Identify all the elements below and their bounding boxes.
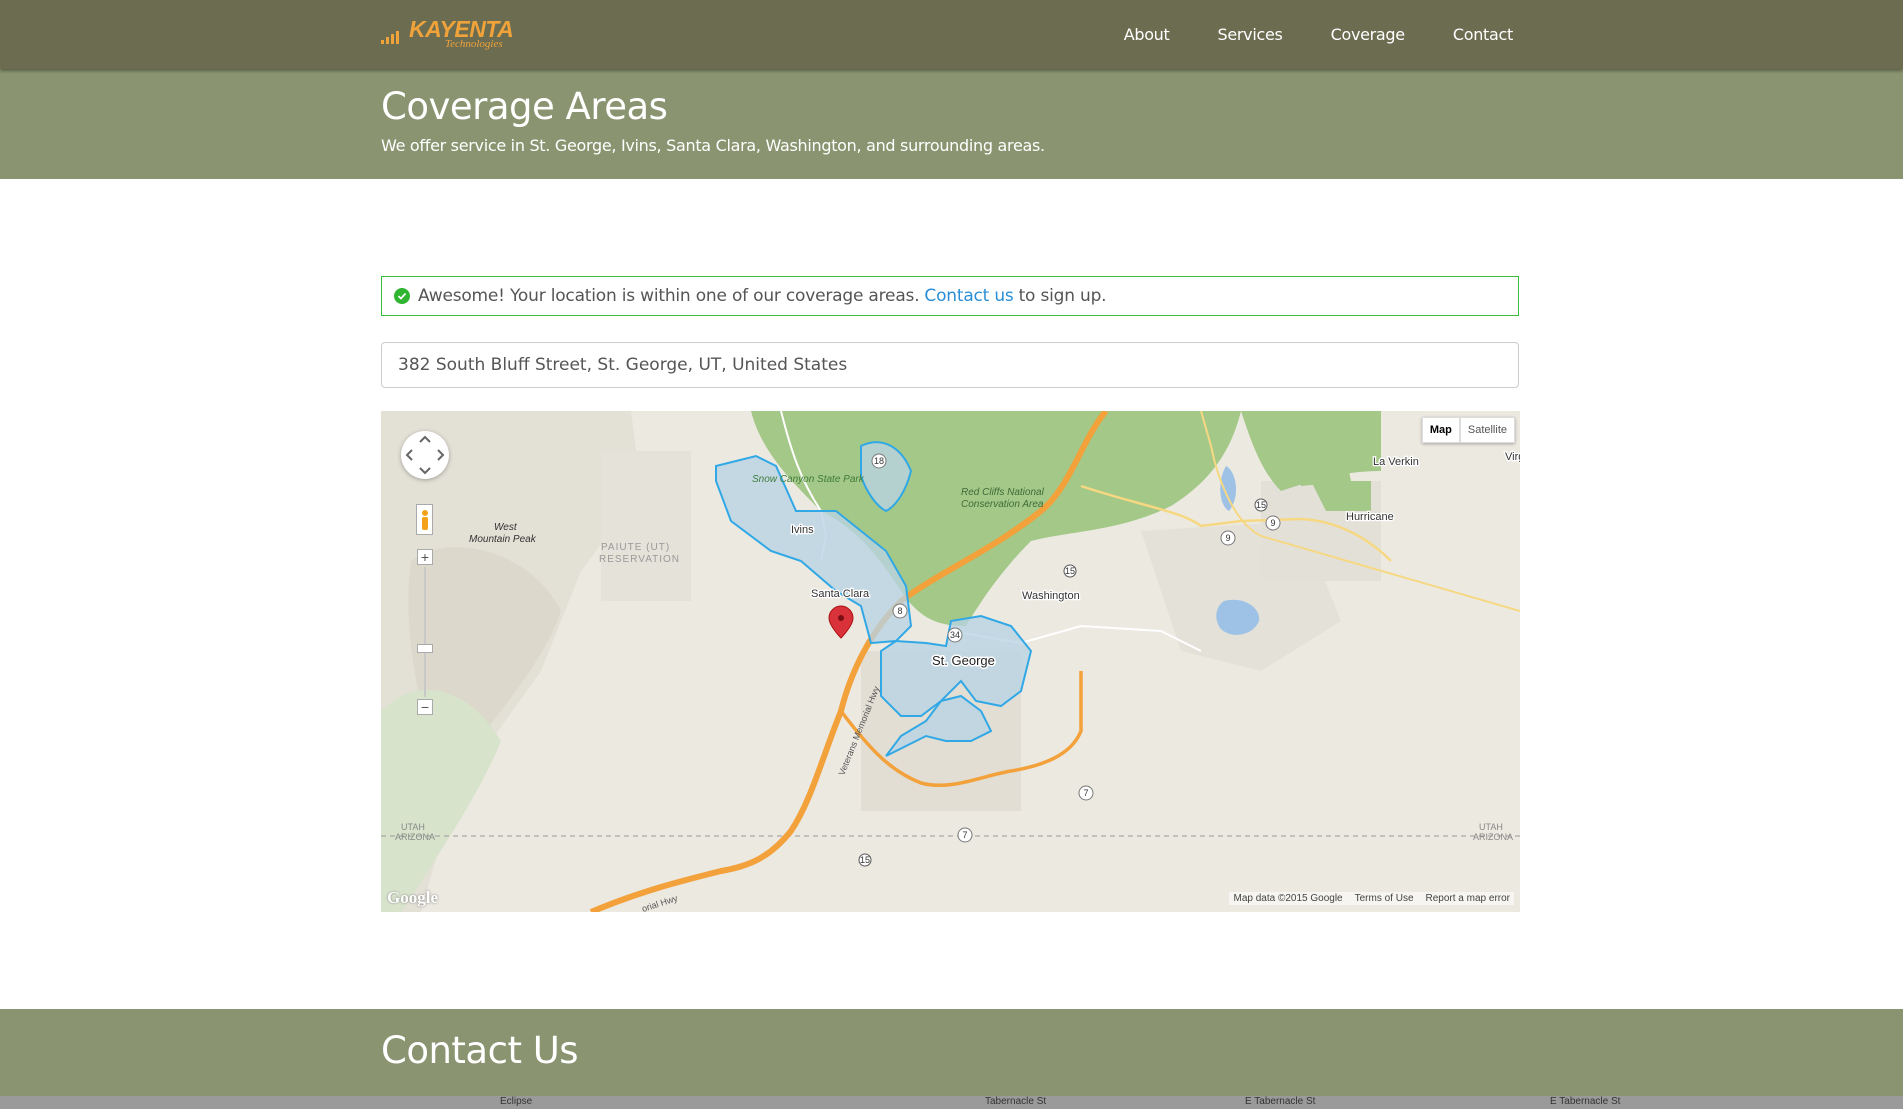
- report-map-error-link[interactable]: Report a map error: [1426, 893, 1510, 904]
- page-title: Coverage Areas: [381, 85, 668, 128]
- label-arizona-left: ARIZONA: [395, 832, 435, 842]
- shield-34: 34: [950, 630, 960, 640]
- brand-tagline: Technologies: [445, 38, 503, 50]
- street-label: Eclipse: [500, 1096, 533, 1107]
- shield-8: 8: [897, 606, 902, 616]
- label-hurricane: Hurricane: [1346, 511, 1394, 523]
- map-canvas[interactable]: 15 15 15 18 8 34 9 9 7 7 St. George Ivin…: [381, 411, 1520, 912]
- label-arizona-right: ARIZONA: [1473, 832, 1513, 842]
- shield-15-a: 15: [1256, 500, 1266, 510]
- label-ivins: Ivins: [791, 524, 814, 536]
- alert-text-end: to sign up.: [1018, 286, 1107, 306]
- label-west-mountain-2: Mountain Peak: [469, 534, 537, 545]
- shield-7-b: 7: [962, 830, 967, 840]
- shield-9-b: 9: [1270, 518, 1275, 528]
- main-nav: About Services Coverage Contact: [1076, 0, 1514, 69]
- label-la-verkin: La Verkin: [1373, 456, 1419, 468]
- coverage-map[interactable]: 15 15 15 18 8 34 9 9 7 7 St. George Ivin…: [381, 411, 1520, 912]
- label-st-george: St. George: [932, 653, 995, 668]
- brand-logo[interactable]: KAYENTA Technologies: [381, 16, 516, 52]
- shield-15-c: 15: [860, 855, 870, 865]
- label-washington: Washington: [1022, 590, 1080, 602]
- page-subtitle: We offer service in St. George, Ivins, S…: [381, 136, 1045, 155]
- signal-bars-icon: [381, 31, 399, 44]
- label-red-cliffs-2: Conservation Area: [961, 499, 1044, 510]
- pan-control[interactable]: [401, 431, 449, 479]
- label-paiute-2: RESERVATION: [599, 554, 680, 565]
- nav-coverage[interactable]: Coverage: [1331, 25, 1406, 44]
- label-santa-clara: Santa Clara: [811, 588, 870, 600]
- coverage-success-alert: Awesome! Your location is within one of …: [381, 276, 1519, 316]
- map-data-credit: Map data ©2015 Google: [1233, 893, 1343, 904]
- shield-7-a: 7: [1083, 788, 1088, 798]
- label-paiute-1: PAIUTE (UT): [601, 542, 670, 553]
- label-utah-left: UTAH: [401, 822, 425, 832]
- nav-contact[interactable]: Contact: [1453, 25, 1513, 44]
- label-virgin: Virg: [1505, 451, 1520, 463]
- alert-text: Awesome! Your location is within one of …: [418, 286, 920, 306]
- terms-of-use-link[interactable]: Terms of Use: [1355, 893, 1414, 904]
- map-type-satellite[interactable]: Satellite: [1459, 417, 1515, 443]
- label-snow-canyon: Snow Canyon State Park: [752, 474, 865, 485]
- label-red-cliffs-1: Red Cliffs National: [961, 487, 1045, 498]
- google-logo[interactable]: Google: [387, 888, 438, 908]
- zoom-slider-track[interactable]: [424, 567, 426, 697]
- contact-map[interactable]: Eclipse Tabernacle St E Tabernacle St E …: [0, 1096, 1903, 1109]
- address-input[interactable]: [381, 342, 1519, 388]
- map-attribution: Map data ©2015 Google Terms of Use Repor…: [1229, 892, 1514, 905]
- nav-about[interactable]: About: [1124, 25, 1170, 44]
- zoom-out-button[interactable]: −: [417, 699, 433, 715]
- shield-18: 18: [874, 456, 884, 466]
- nav-services[interactable]: Services: [1218, 25, 1283, 44]
- street-label: E Tabernacle St: [1550, 1096, 1621, 1107]
- street-view-pegman-icon[interactable]: [416, 504, 433, 535]
- contact-section: Contact Us: [0, 1009, 1903, 1109]
- label-west-mountain-1: West: [494, 522, 518, 533]
- check-circle-icon: [394, 288, 410, 304]
- pan-arrows-icon: [405, 435, 445, 475]
- contact-us-link[interactable]: Contact us: [924, 286, 1013, 306]
- shield-15-b: 15: [1065, 566, 1075, 576]
- map-type-control: Map Satellite: [1421, 417, 1515, 443]
- page-header: Coverage Areas We offer service in St. G…: [0, 69, 1903, 179]
- zoom-in-button[interactable]: +: [417, 549, 433, 565]
- map-type-map[interactable]: Map: [1421, 417, 1460, 443]
- shield-9-a: 9: [1225, 533, 1230, 543]
- street-label: Tabernacle St: [985, 1096, 1047, 1107]
- zoom-slider-handle[interactable]: [417, 644, 433, 653]
- contact-title: Contact Us: [381, 1029, 579, 1072]
- street-label: E Tabernacle St: [1245, 1096, 1316, 1107]
- label-utah-right: UTAH: [1479, 822, 1503, 832]
- navbar: KAYENTA Technologies About Services Cove…: [0, 0, 1903, 69]
